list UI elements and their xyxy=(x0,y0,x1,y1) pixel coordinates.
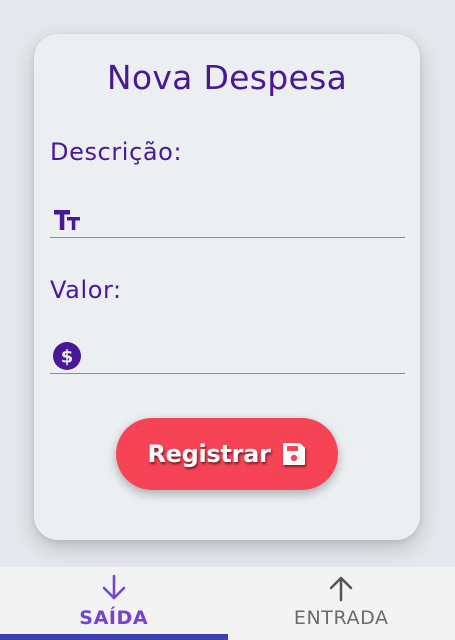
register-button-label: Registrar xyxy=(147,440,271,468)
svg-text:$: $ xyxy=(61,347,74,368)
tab-entrada-label: ENTRADA xyxy=(293,607,389,629)
active-tab-indicator xyxy=(0,634,228,640)
tab-saida-label: SAÍDA xyxy=(79,607,149,629)
form-title: Nova Despesa xyxy=(106,58,348,97)
description-label: Descrição: xyxy=(50,138,183,166)
description-input[interactable] xyxy=(90,202,405,236)
text-size-icon xyxy=(54,210,80,230)
arrow-down-icon xyxy=(102,574,125,600)
expense-form-card: Nova Despesa Descrição: Valor: $ Registr… xyxy=(34,34,420,540)
value-input[interactable] xyxy=(90,338,405,372)
register-button[interactable]: Registrar xyxy=(116,418,338,490)
save-icon xyxy=(282,443,305,465)
value-field[interactable]: $ xyxy=(50,338,405,374)
tab-entrada[interactable]: ENTRADA xyxy=(228,567,455,640)
dollar-icon: $ xyxy=(53,342,81,370)
screen: Nova Despesa Descrição: Valor: $ Registr… xyxy=(0,0,455,640)
description-field[interactable] xyxy=(50,202,405,238)
value-label: Valor: xyxy=(50,276,122,304)
tab-saida[interactable]: SAÍDA xyxy=(0,567,228,640)
arrow-up-icon xyxy=(330,576,353,602)
bottom-navigation: SAÍDA ENTRADA xyxy=(0,567,455,640)
